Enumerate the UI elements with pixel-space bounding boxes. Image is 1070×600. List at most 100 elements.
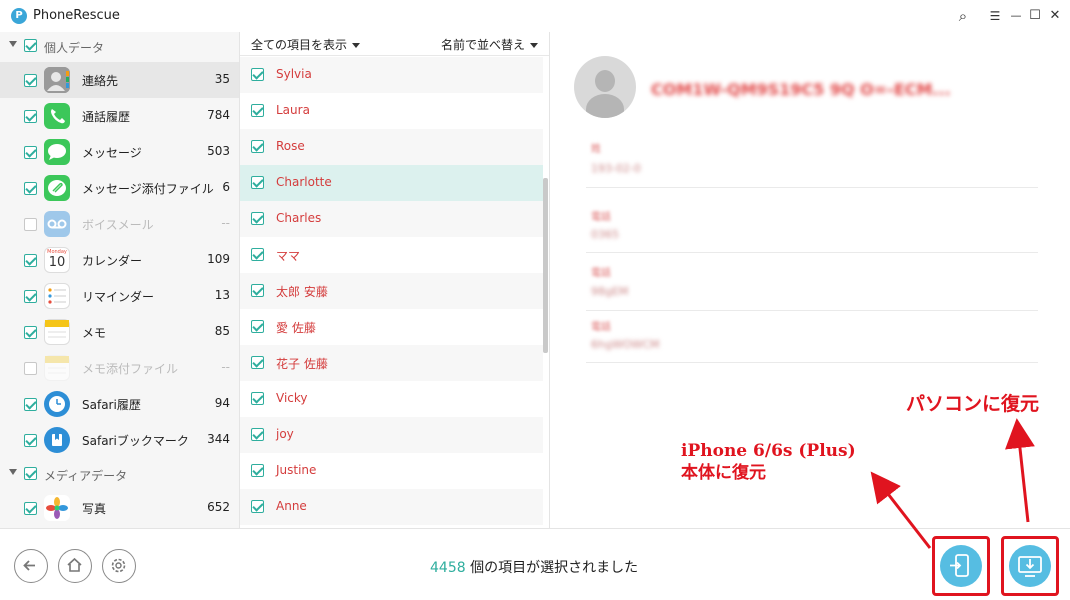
selection-status: 4458 個の項目が選択されました [430,557,638,577]
contact-list-pane: 全ての項目を表示 名前で並べ替え Sylvia Laura Rose Charl… [240,32,550,528]
sidebar-item-messages[interactable]: メッセージ 503 [0,134,239,170]
sidebar-item-safari-history[interactable]: Safari履歴 94 [0,386,239,422]
divider [586,187,1038,188]
item-checkbox[interactable] [24,326,37,339]
row-checkbox[interactable] [251,428,264,441]
gear-icon [111,558,126,573]
sidebar-item-photos[interactable]: 写真 652 [0,490,239,526]
group-checkbox[interactable] [24,467,37,480]
list-row[interactable]: 愛 佐藤 [240,309,543,345]
group-personal-data[interactable]: 個人データ [0,32,239,60]
maximize-icon[interactable]: ☐ [1025,6,1045,26]
row-checkbox[interactable] [251,176,264,189]
sidebar-item-message-attachments[interactable]: メッセージ添付ファイル 6 [0,170,239,206]
back-button[interactable] [14,549,48,583]
divider [586,362,1038,363]
sidebar-item-count: 35 [214,72,230,86]
restore-to-device-button[interactable] [932,536,990,596]
list-row[interactable]: Justine [240,453,543,489]
filter-dropdown[interactable]: 全ての項目を表示 [251,36,361,53]
footer-bar: 4458 個の項目が選択されました [0,528,1070,600]
group-media-data[interactable]: メディアデータ [0,460,239,488]
sidebar-item-notes-attachments[interactable]: メモ添付ファイル -- [0,350,239,386]
list-row-selected[interactable]: Charlotte [240,165,543,201]
list-row[interactable]: joy [240,417,543,453]
group-checkbox[interactable] [24,39,37,52]
contact-name: 愛 佐藤 [276,321,316,335]
item-checkbox[interactable] [24,502,37,515]
sidebar-item-label: メモ [82,326,107,340]
sidebar-item-reminders[interactable]: リマインダー 13 [0,278,239,314]
list-row[interactable]: Anne [240,489,543,525]
item-checkbox[interactable] [24,218,37,231]
calendar-icon: Monday 10 [44,247,70,273]
annotation-restore-device: iPhone 6/6s (Plus) 本体に復元 [681,441,856,483]
list-row[interactable]: Laura [240,93,543,129]
close-icon[interactable]: ✕ [1045,6,1065,26]
sidebar-item-label: ボイスメール [82,218,154,232]
item-checkbox[interactable] [24,434,37,447]
row-checkbox[interactable] [251,104,264,117]
sidebar-item-label: 写真 [82,502,107,516]
field-label: 電話 [591,212,611,223]
sidebar-item-label: メッセージ添付ファイル [82,182,214,196]
contact-name: Vicky [276,391,308,405]
search-icon[interactable]: ⌕ [953,6,973,26]
item-checkbox[interactable] [24,146,37,159]
sidebar-item-notes[interactable]: メモ 85 [0,314,239,350]
contact-name: Charlotte [276,175,332,189]
row-checkbox[interactable] [251,356,264,369]
row-checkbox[interactable] [251,500,264,513]
row-checkbox[interactable] [251,284,264,297]
sidebar-item-label: 通話履歴 [82,110,131,124]
item-checkbox[interactable] [24,362,37,375]
home-button[interactable] [58,549,92,583]
sidebar-item-calendar[interactable]: Monday 10 カレンダー 109 [0,242,239,278]
home-icon [67,557,82,572]
annotation-restore-computer: パソコンに復元 [906,393,1040,415]
item-checkbox[interactable] [24,182,37,195]
sidebar-item-label: Safariブックマーク [82,434,189,448]
restore-to-computer-button[interactable] [1001,536,1059,596]
item-checkbox[interactable] [24,110,37,123]
sidebar-item-label: Safari履歴 [82,398,141,412]
list-row[interactable]: 太郎 安藤 [240,273,543,309]
row-checkbox[interactable] [251,392,264,405]
sidebar-item-label: メモ添付ファイル [82,362,179,376]
sidebar: 個人データ 連絡先 35 通話履歴 784 メッセージ 503 メッセージ添付フ… [0,32,240,528]
list-row[interactable]: Sylvia [240,57,543,93]
list-row[interactable]: Vicky [240,381,543,417]
row-checkbox[interactable] [251,320,264,333]
list-scrollbar[interactable] [543,178,548,353]
sidebar-item-call-history[interactable]: 通話履歴 784 [0,98,239,134]
collapse-arrow-icon[interactable] [9,41,17,47]
menu-icon[interactable]: ☰ [985,6,1005,26]
sidebar-item-safari-bookmarks[interactable]: Safariブックマーク 344 [0,422,239,458]
item-checkbox[interactable] [24,254,37,267]
settings-button[interactable] [102,549,136,583]
sidebar-item-label: カレンダー [82,254,143,268]
item-checkbox[interactable] [24,398,37,411]
minimize-icon[interactable]: — [1006,6,1026,26]
collapse-arrow-icon[interactable] [9,469,17,475]
sidebar-item-contacts[interactable]: 連絡先 35 [0,62,239,98]
sort-dropdown[interactable]: 名前で並べ替え [441,36,538,53]
contact-name: Sylvia [276,67,312,81]
detail-contact-name: COM1W-QM9S19C5 9Q O=-ECM... [651,80,951,99]
row-checkbox[interactable] [251,68,264,81]
item-checkbox[interactable] [24,290,37,303]
row-checkbox[interactable] [251,140,264,153]
row-checkbox[interactable] [251,464,264,477]
list-row[interactable]: Rose [240,129,543,165]
item-checkbox[interactable] [24,74,37,87]
list-row[interactable]: Charles [240,201,543,237]
contact-name: Laura [276,103,310,117]
safari-bookmark-icon [44,427,70,453]
voicemail-icon [44,211,70,237]
list-row[interactable]: ママ [240,237,543,273]
sidebar-item-voicemail[interactable]: ボイスメール -- [0,206,239,242]
avatar [574,56,636,118]
list-row[interactable]: 花子 佐藤 [240,345,543,381]
row-checkbox[interactable] [251,248,264,261]
row-checkbox[interactable] [251,212,264,225]
